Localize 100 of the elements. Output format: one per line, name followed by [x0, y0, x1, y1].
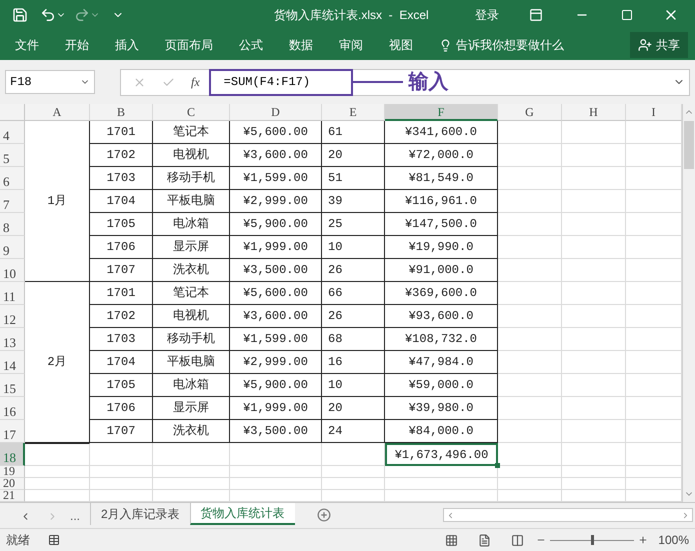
zoom-level[interactable]: 100% [658, 531, 689, 549]
row-header[interactable]: 15 [0, 374, 25, 397]
row-header[interactable]: 11 [0, 282, 25, 305]
table-cell: 1707 [90, 259, 153, 282]
column-header[interactable]: C [153, 104, 230, 121]
column-header[interactable]: A [25, 104, 90, 121]
cancel-icon[interactable] [133, 76, 146, 88]
ribbon-tab[interactable]: 插入 [115, 36, 139, 54]
table-cell: 51 [322, 167, 385, 190]
table-cell: 39 [322, 190, 385, 213]
zoom-in-icon[interactable] [638, 535, 648, 545]
active-cell[interactable]: ¥1,673,496.00 [385, 443, 498, 466]
table-cell: ¥72,000.0 [385, 144, 498, 167]
fill-handle[interactable] [495, 463, 500, 468]
table-cell: 1705 [90, 213, 153, 236]
column-header[interactable]: I [626, 104, 682, 121]
scroll-thumb[interactable] [684, 121, 694, 169]
row-header[interactable]: 18 [0, 443, 25, 466]
horizontal-scrollbar[interactable] [443, 508, 693, 522]
table-cell: ¥84,000.0 [385, 420, 498, 443]
column-header[interactable]: D [230, 104, 322, 121]
row-header[interactable]: 20 [0, 478, 25, 490]
share-button[interactable]: 共享 [630, 32, 688, 58]
row-header[interactable]: 8 [0, 213, 25, 236]
table-cell: 1705 [90, 374, 153, 397]
ribbon-tab[interactable]: 文件 [15, 36, 39, 54]
table-cell: 66 [322, 282, 385, 305]
page-layout-icon[interactable] [478, 534, 492, 546]
table-cell: 1701 [90, 282, 153, 305]
maximize-icon[interactable] [621, 9, 633, 21]
page-break-icon[interactable] [511, 534, 524, 546]
table-cell: 20 [322, 144, 385, 167]
macro-record-icon[interactable] [48, 534, 60, 546]
row-header[interactable]: 14 [0, 351, 25, 374]
table-cell: ¥5,600.00 [230, 282, 322, 305]
add-sheet-icon[interactable] [316, 508, 331, 522]
row-header[interactable]: 5 [0, 144, 25, 167]
table-cell: 平板电脑 [153, 190, 230, 213]
column-header[interactable]: B [90, 104, 153, 121]
table-cell: 笔记本 [153, 121, 230, 144]
formula-field[interactable]: fx =SUM(F4:F17) 输入 [120, 68, 690, 96]
row-header[interactable]: 9 [0, 236, 25, 259]
table-cell: ¥1,999.00 [230, 236, 322, 259]
row-header[interactable]: 16 [0, 397, 25, 420]
table-cell: 洗衣机 [153, 420, 230, 443]
add-person-icon [638, 38, 652, 52]
ribbon-tab[interactable]: 审阅 [339, 36, 363, 54]
table-cell: 1703 [90, 328, 153, 351]
table-cell: ¥3,500.00 [230, 420, 322, 443]
normal-view-icon[interactable] [445, 534, 458, 546]
table-cell: 1703 [90, 167, 153, 190]
row-header[interactable]: 12 [0, 305, 25, 328]
name-box[interactable]: F18 [5, 70, 95, 94]
column-header[interactable]: E [322, 104, 385, 121]
row-header[interactable]: 7 [0, 190, 25, 213]
sign-in-link[interactable]: 登录 [475, 6, 499, 24]
table-cell: 16 [322, 351, 385, 374]
undo-icon[interactable] [40, 7, 56, 23]
vertical-scrollbar[interactable] [682, 104, 695, 502]
select-all-corner[interactable] [0, 104, 25, 121]
table-cell: ¥2,999.00 [230, 351, 322, 374]
scroll-right-icon[interactable] [681, 510, 690, 520]
ribbon-tab[interactable]: 数据 [289, 36, 313, 54]
zoom-thumb[interactable] [591, 535, 594, 545]
function-label[interactable]: fx [191, 73, 200, 91]
row-header[interactable]: 4 [0, 121, 25, 144]
row-header[interactable]: 17 [0, 420, 25, 443]
annotation-label: 输入 [408, 70, 449, 95]
table-cell: ¥93,600.0 [385, 305, 498, 328]
table-cell: ¥3,500.00 [230, 259, 322, 282]
more-sheets-button[interactable]: ... [70, 507, 80, 525]
ribbon-tab[interactable]: 公式 [239, 36, 263, 54]
table-cell: ¥39,980.0 [385, 397, 498, 420]
table-cell: 1702 [90, 144, 153, 167]
table-cell: ¥47,984.0 [385, 351, 498, 374]
table-cell: 洗衣机 [153, 259, 230, 282]
column-header[interactable]: G [498, 104, 562, 121]
table-cell: 电视机 [153, 305, 230, 328]
table-cell: ¥2,999.00 [230, 190, 322, 213]
save-icon[interactable] [12, 7, 28, 23]
table-cell: 1701 [90, 121, 153, 144]
column-header[interactable]: F [385, 104, 498, 121]
tell-me-field[interactable]: 告诉我你想要做什么 [456, 36, 564, 54]
column-header[interactable]: H [562, 104, 626, 121]
sheet-tab[interactable]: 货物入库统计表 [190, 503, 295, 525]
row-header[interactable]: 10 [0, 259, 25, 282]
row-header[interactable]: 21 [0, 490, 25, 502]
ribbon-tab[interactable]: 页面布局 [165, 36, 213, 54]
scroll-left-icon[interactable] [446, 510, 455, 520]
row-header[interactable]: 19 [0, 466, 25, 478]
row-header[interactable]: 13 [0, 328, 25, 351]
ribbon-tab[interactable]: 视图 [389, 36, 413, 54]
row-header[interactable]: 6 [0, 167, 25, 190]
zoom-slider[interactable] [550, 535, 634, 545]
enter-icon[interactable] [162, 76, 175, 88]
table-cell: 61 [322, 121, 385, 144]
table-cell: 25 [322, 213, 385, 236]
grid-cell[interactable] [25, 443, 90, 466]
ribbon-display-icon[interactable] [529, 8, 543, 22]
ribbon-tab[interactable]: 开始 [65, 36, 89, 54]
